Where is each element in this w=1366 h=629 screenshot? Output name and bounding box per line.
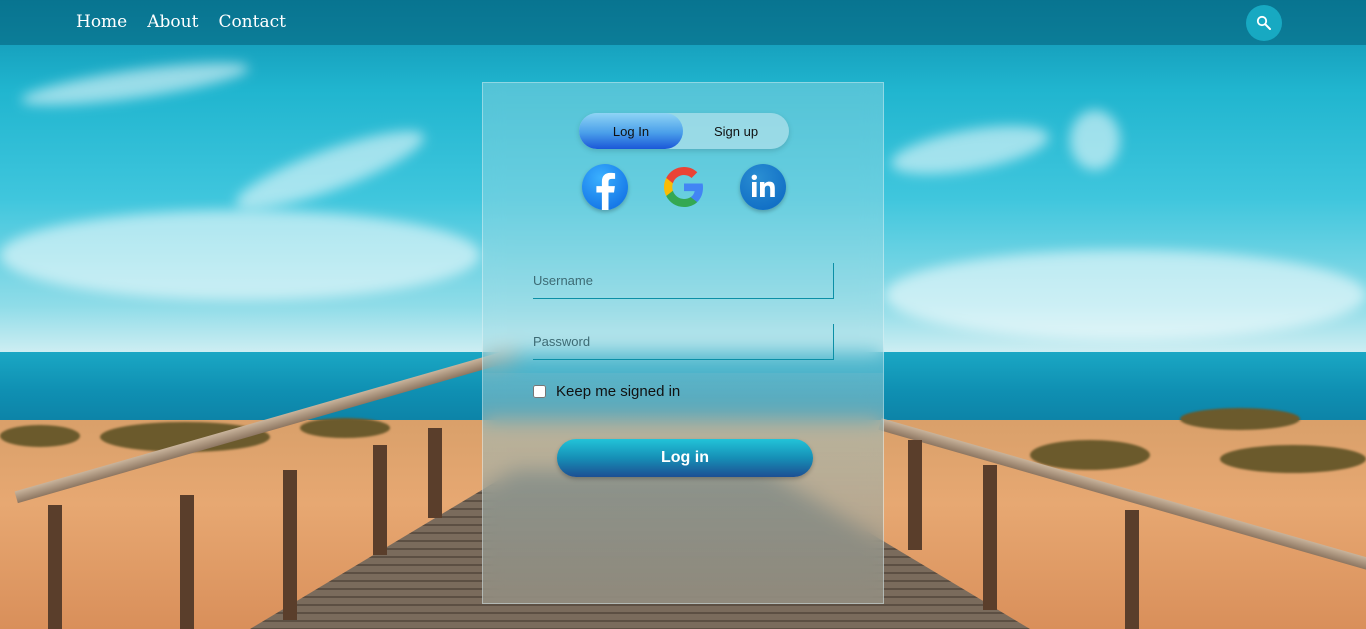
railing-post — [428, 428, 442, 518]
auth-mode-toggle: Log In Sign up — [579, 113, 789, 149]
nav-home-link[interactable]: Home — [76, 12, 127, 32]
shrub — [300, 418, 390, 438]
username-field[interactable] — [533, 263, 834, 299]
social-login-buttons — [582, 164, 792, 212]
keep-signed-in-label: Keep me signed in — [556, 383, 681, 400]
login-card: Log In Sign up Username Keep me signed i… — [482, 82, 884, 604]
cloud — [0, 210, 480, 300]
search-icon — [1256, 15, 1271, 30]
google-icon — [664, 167, 703, 207]
keep-signed-in: Keep me signed in — [533, 383, 680, 400]
google-login-button[interactable] — [661, 164, 707, 210]
linkedin-login-button[interactable] — [740, 164, 786, 210]
keep-signed-in-checkbox[interactable] — [533, 385, 546, 398]
railing-post — [1125, 510, 1139, 629]
railing-post — [983, 465, 997, 610]
railing-post — [908, 440, 922, 550]
tab-sign-up[interactable]: Sign up — [683, 113, 789, 149]
top-navbar: Home About Contact — [0, 0, 1366, 45]
shrub — [1180, 408, 1300, 430]
nav-about-link[interactable]: About — [147, 12, 198, 32]
card-blurred-backdrop — [483, 373, 883, 603]
railing-post — [48, 505, 62, 629]
linkedin-icon — [751, 174, 775, 197]
facebook-icon — [596, 172, 616, 210]
shrub — [0, 425, 80, 447]
railing-post — [373, 445, 387, 555]
nav-contact-link[interactable]: Contact — [218, 12, 286, 32]
cloud — [885, 250, 1366, 340]
facebook-login-button[interactable] — [582, 164, 628, 210]
railing-post — [283, 470, 297, 620]
tab-log-in[interactable]: Log In — [579, 113, 683, 149]
search-button[interactable] — [1246, 5, 1282, 41]
main-nav: Home About Contact — [76, 12, 286, 32]
shrub — [1220, 445, 1366, 473]
cloud — [1070, 110, 1120, 170]
password-field[interactable] — [533, 324, 834, 360]
page: Home About Contact Log In Sign up Userna… — [0, 0, 1366, 629]
log-in-button[interactable]: Log in — [557, 439, 813, 477]
railing-post — [180, 495, 194, 629]
